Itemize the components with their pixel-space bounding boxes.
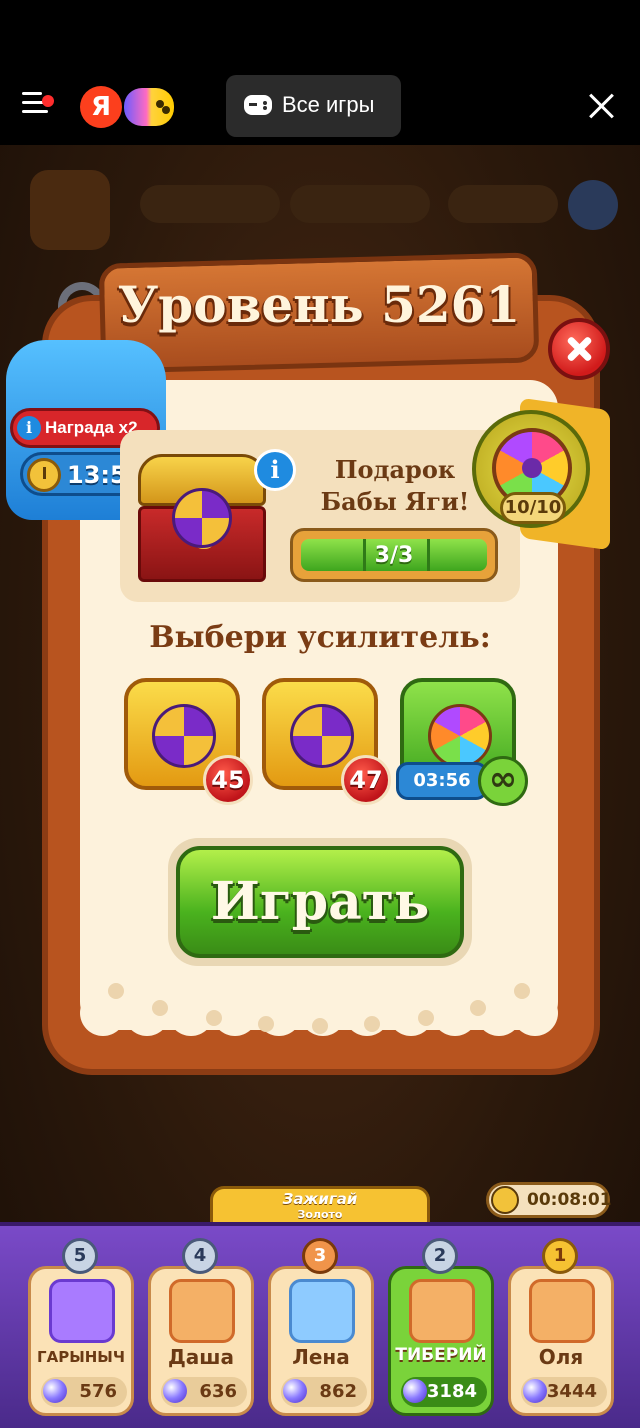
avatar <box>169 1279 235 1343</box>
rank-badge: 3 <box>302 1238 338 1274</box>
rank-badge: 1 <box>542 1238 578 1274</box>
settings-gear-icon <box>568 180 618 230</box>
avatar <box>529 1279 595 1343</box>
clock-icon <box>491 1186 519 1214</box>
avatar <box>409 1279 475 1343</box>
stopwatch-icon <box>27 458 61 492</box>
leaderboard-player[interactable]: Лена 862 <box>268 1266 374 1416</box>
event-league: Золото <box>297 1208 343 1221</box>
gamepad-icon <box>244 95 272 115</box>
booster-count-badge: 45 <box>203 755 253 805</box>
leaderboard-player-me[interactable]: ТИБЕРИЙ 3184 <box>388 1266 494 1416</box>
spinning-top-icon <box>428 704 492 768</box>
player-name: Даша <box>167 1345 235 1369</box>
games-logo-icon[interactable] <box>124 88 174 126</box>
lives-hud <box>290 185 430 223</box>
play-button[interactable]: Играть <box>168 838 472 966</box>
wheel-count: 10/10 <box>500 492 566 524</box>
player-name: ГАРЫНЫЧ <box>37 1348 125 1366</box>
rank-badge: 2 <box>422 1238 458 1274</box>
event-title: Зажигай <box>282 1190 358 1208</box>
stars-hud <box>448 185 558 223</box>
gem-icon <box>163 1379 187 1403</box>
leaderboard-player[interactable]: ГАРЫНЫЧ 576 <box>28 1266 134 1416</box>
close-icon[interactable] <box>588 92 616 120</box>
close-dialog-button[interactable] <box>548 318 610 380</box>
all-games-label: Все игры <box>282 92 375 117</box>
leaderboard-player[interactable]: Даша 636 <box>148 1266 254 1416</box>
booster-timer: 03:56 <box>396 762 488 800</box>
hammer-icon <box>152 704 216 768</box>
player-name: Лена <box>292 1345 350 1369</box>
gem-icon <box>523 1379 547 1403</box>
avatar <box>30 170 110 250</box>
leaderboard-player[interactable]: Оля 3444 <box>508 1266 614 1416</box>
avatar <box>289 1279 355 1343</box>
event-tab[interactable]: Зажигай Золото <box>210 1186 430 1226</box>
gem-icon <box>403 1379 427 1403</box>
gift-info-button[interactable]: i <box>254 449 296 491</box>
player-score: 636 <box>161 1377 247 1407</box>
notification-dot <box>42 95 54 107</box>
event-timer: 00:08:01 <box>486 1182 612 1218</box>
coins-hud <box>140 185 280 223</box>
top-bar: Я Все игры <box>0 0 640 145</box>
dialog-title: Уровень 5261 <box>117 275 521 334</box>
avatar <box>49 1279 115 1343</box>
player-score: 862 <box>281 1377 367 1407</box>
yandex-logo[interactable]: Я <box>80 86 122 128</box>
gem-icon <box>43 1379 67 1403</box>
gem-icon <box>283 1379 307 1403</box>
player-score: 3444 <box>521 1377 607 1407</box>
player-name: ТИБЕРИЙ <box>395 1345 487 1365</box>
gift-title: Подарок Бабы Яги! <box>320 455 470 516</box>
treasure-chest-icon <box>132 448 274 588</box>
infinity-icon: ∞ <box>478 756 528 806</box>
player-score: 576 <box>41 1377 127 1407</box>
choose-booster-heading: Выбери усилитель: <box>149 620 491 655</box>
play-label: Играть <box>176 846 464 958</box>
all-games-button[interactable]: Все игры <box>226 75 401 137</box>
gift-progress-bar: 3/3 <box>290 528 498 582</box>
rank-badge: 4 <box>182 1238 218 1274</box>
bomb-icon <box>290 704 354 768</box>
booster-count-badge: 47 <box>341 755 391 805</box>
player-score: 3184 <box>401 1377 487 1407</box>
player-name: Оля <box>538 1345 584 1369</box>
rank-badge: 5 <box>62 1238 98 1274</box>
gift-progress-text: 3/3 <box>374 543 414 568</box>
event-timer-text: 00:08:01 <box>527 1190 612 1210</box>
info-icon: i <box>17 416 41 440</box>
